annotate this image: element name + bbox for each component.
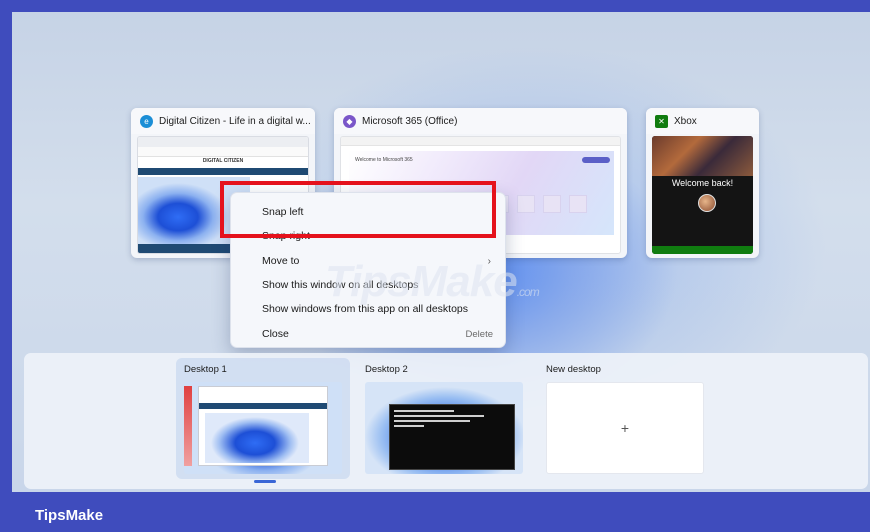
game-art-image xyxy=(652,136,753,176)
edge-icon: e xyxy=(140,114,153,128)
window-context-menu: Snap left Snap right Move to › Show this… xyxy=(230,192,506,348)
menu-item-snap-right[interactable]: Snap right xyxy=(235,225,501,247)
new-desktop-tile[interactable]: New desktop + xyxy=(538,358,712,479)
menu-item-show-window-all-desktops[interactable]: Show this window on all desktops xyxy=(235,274,501,296)
window-title-bar: e Digital Citizen - Life in a digital w.… xyxy=(131,108,315,134)
active-desktop-indicator xyxy=(254,480,276,483)
office-icon: ◆ xyxy=(343,114,356,128)
virtual-desktops-bar: Desktop 1 Desktop 2 New desktop + xyxy=(24,353,868,489)
preview-welcome-text: Welcome back! xyxy=(671,178,734,188)
menu-item-move-to[interactable]: Move to › xyxy=(235,250,501,272)
preview-welcome-text: Welcome to Microsoft 365 xyxy=(355,157,413,163)
menu-item-show-app-all-desktops[interactable]: Show windows from this app on all deskto… xyxy=(235,298,501,320)
close-accelerator: Delete xyxy=(465,328,493,340)
desktop-label: New desktop xyxy=(546,364,601,375)
desktop-preview xyxy=(365,382,523,474)
window-preview: Welcome back! xyxy=(652,136,753,254)
chevron-right-icon: › xyxy=(487,255,491,267)
window-thumbnail-xbox[interactable]: ✕ Xbox Welcome back! xyxy=(646,108,759,258)
plus-icon: + xyxy=(620,420,630,436)
menu-item-snap-left[interactable]: Snap left xyxy=(235,201,501,223)
desktop-label: Desktop 2 xyxy=(365,364,408,375)
xbox-icon: ✕ xyxy=(655,114,668,128)
terminal-window-preview xyxy=(389,404,515,470)
window-title: Digital Citizen - Life in a digital w... xyxy=(159,115,311,127)
window-title: Microsoft 365 (Office) xyxy=(362,115,458,127)
window-title-bar: ◆ Microsoft 365 (Office) xyxy=(334,108,627,134)
window-title: Xbox xyxy=(674,115,697,127)
desktop-1-tile[interactable]: Desktop 1 xyxy=(176,358,350,479)
desktop-2-tile[interactable]: Desktop 2 xyxy=(357,358,531,479)
preview-page-brand: DIGITAL CITIZEN xyxy=(202,158,244,164)
desktop-preview xyxy=(184,382,342,474)
menu-item-close[interactable]: Close Delete xyxy=(235,323,501,345)
avatar xyxy=(698,194,716,212)
footer-brand: TipsMake xyxy=(35,506,104,524)
new-desktop-button[interactable]: + xyxy=(546,382,704,474)
desktop-label: Desktop 1 xyxy=(184,364,227,375)
window-title-bar: ✕ Xbox xyxy=(646,108,759,134)
